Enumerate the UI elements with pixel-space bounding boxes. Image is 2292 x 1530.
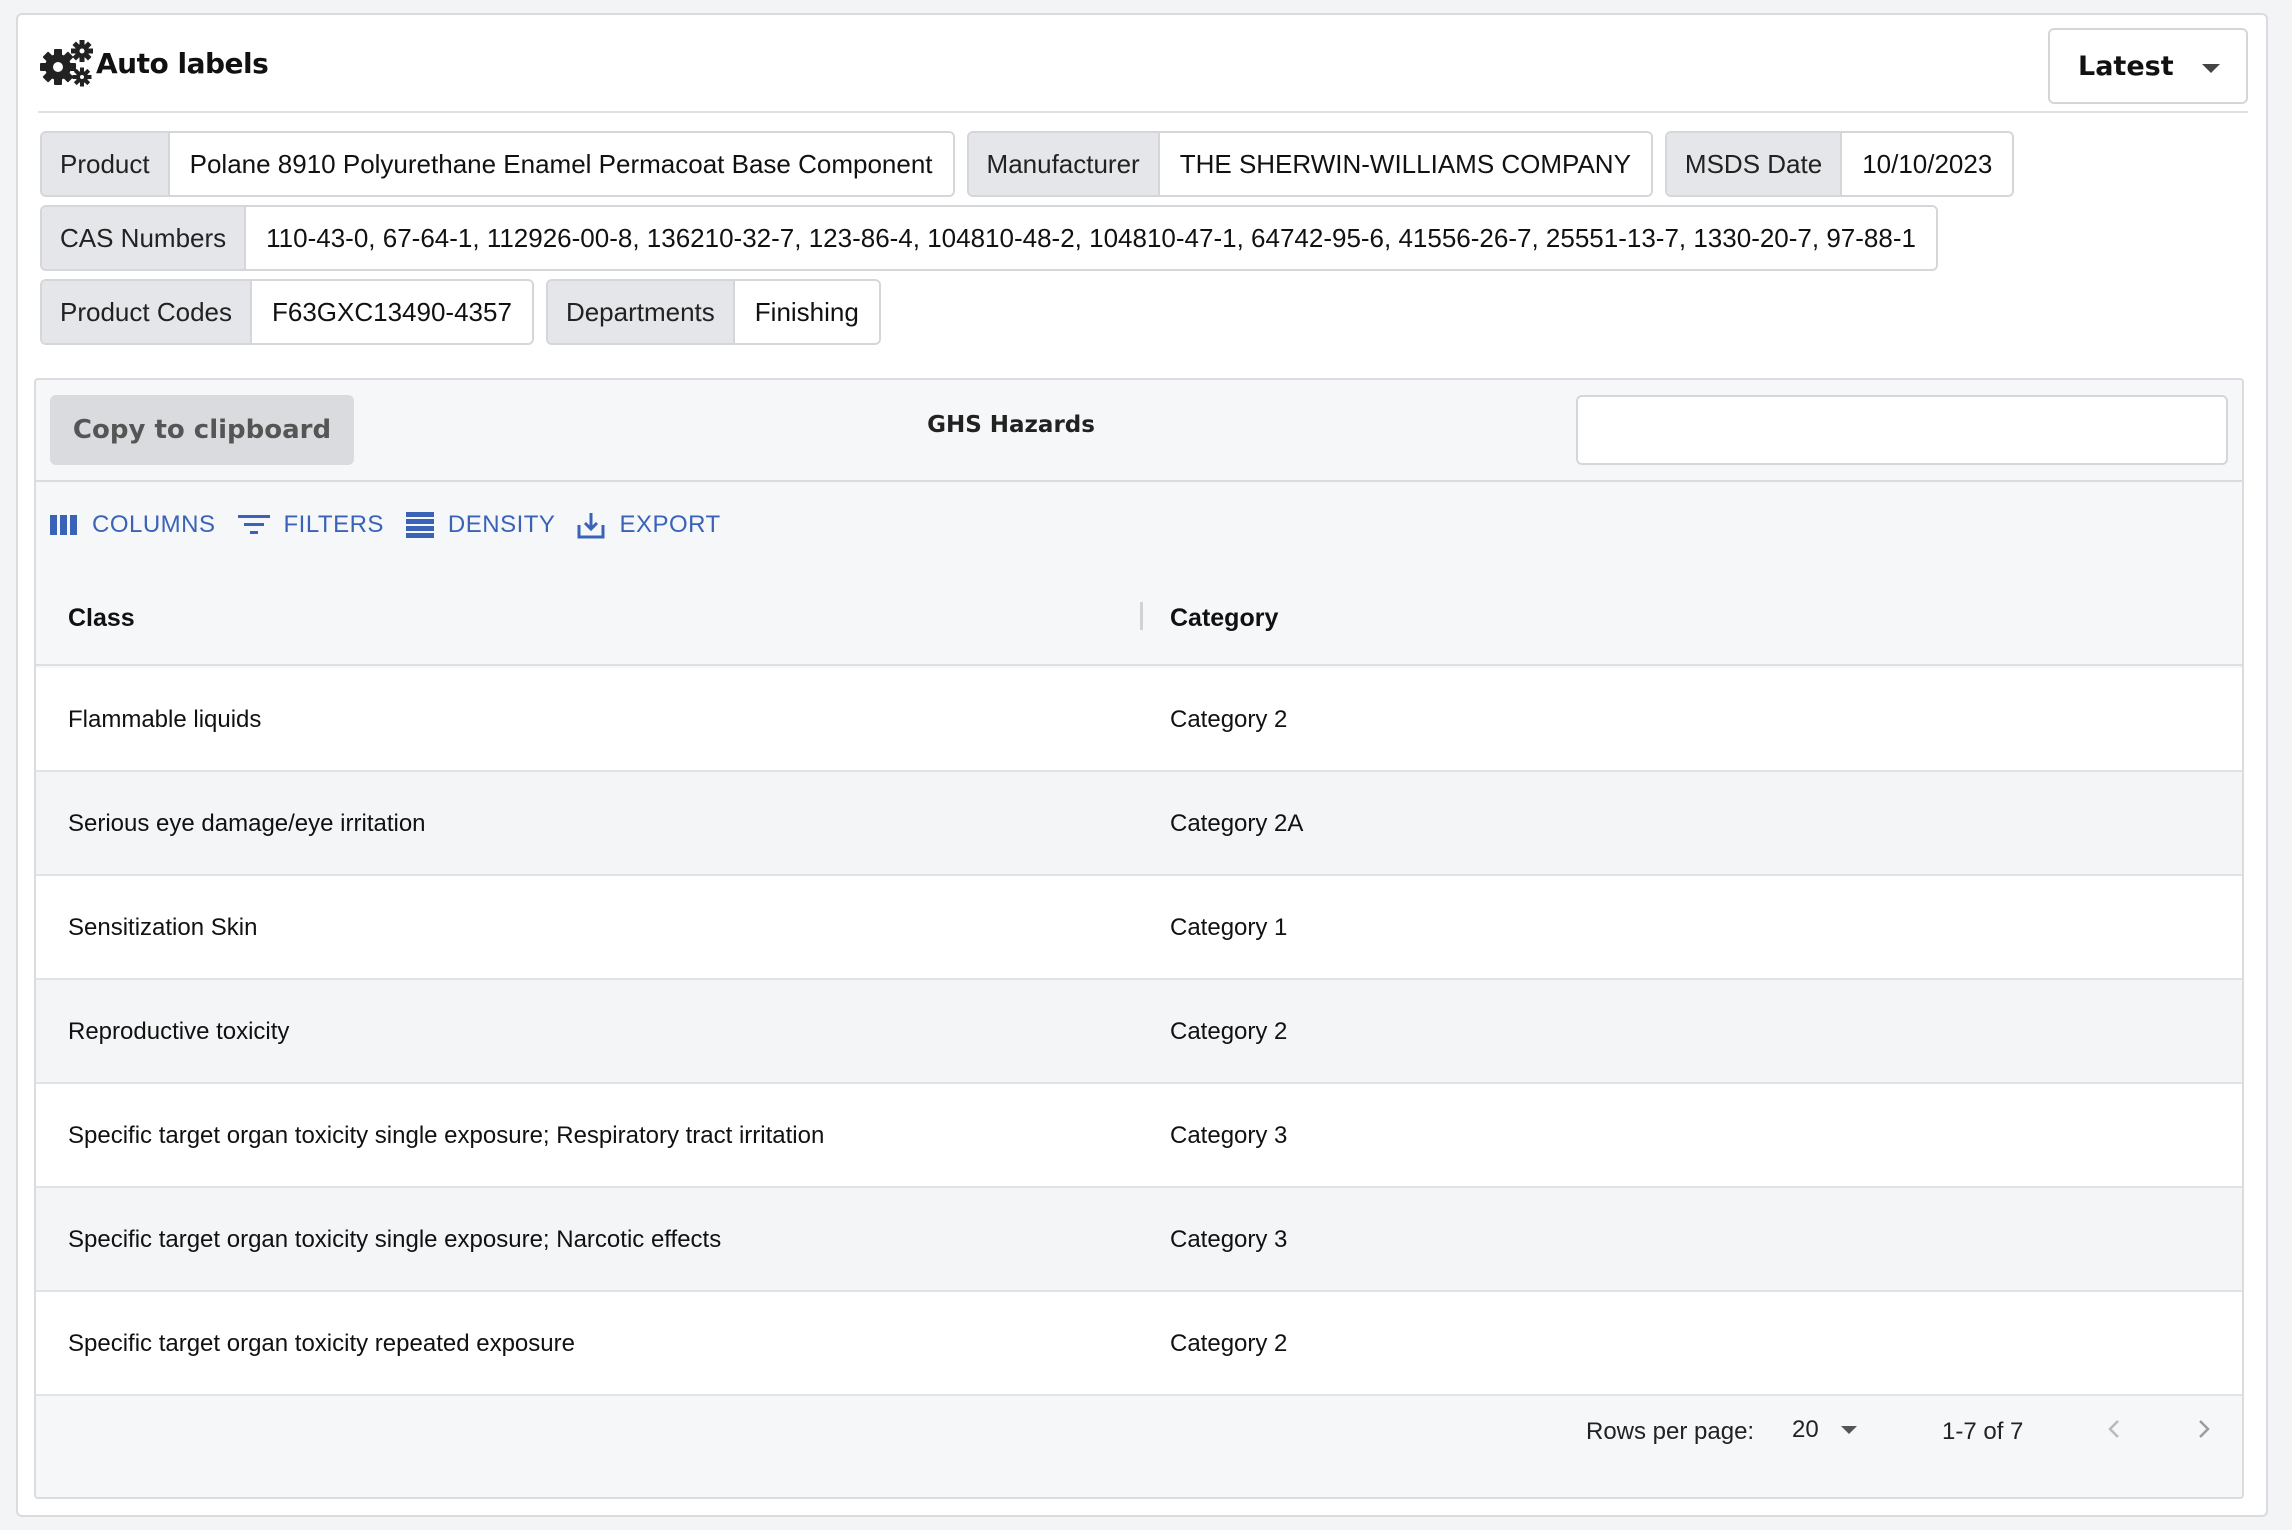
cas-numbers-value: 110-43-0, 67-64-1, 112926-00-8, 136210-3… xyxy=(246,207,1936,269)
category-cell: Category 1 xyxy=(1170,914,1288,941)
table-row[interactable]: Reproductive toxicity Category 2 xyxy=(36,980,2242,1084)
class-cell: Sensitization Skin xyxy=(68,914,258,941)
cas-numbers-label: CAS Numbers xyxy=(42,207,247,269)
product-field: Product Polane 8910 Polyurethane Enamel … xyxy=(40,131,955,197)
table-row[interactable]: Flammable liquids Category 2 xyxy=(36,668,2242,772)
caret-down-icon xyxy=(1840,1426,1857,1434)
version-select-value: Latest xyxy=(2078,50,2174,82)
class-cell: Flammable liquids xyxy=(68,706,262,733)
card-header: Auto labels Latest xyxy=(38,15,2248,113)
manufacturer-label: Manufacturer xyxy=(968,133,1160,195)
export-label: EXPORT xyxy=(619,511,721,538)
category-cell: Category 2 xyxy=(1170,706,1288,733)
category-cell: Category 3 xyxy=(1170,1226,1288,1253)
grid-rows: Flammable liquids Category 2 Serious eye… xyxy=(36,668,2242,1396)
grid-header-row: Class Category xyxy=(36,570,2242,666)
product-codes-label: Product Codes xyxy=(42,281,252,343)
product-codes-value: F63GXC13490-4357 xyxy=(251,281,532,343)
table-row[interactable]: Specific target organ toxicity single ex… xyxy=(36,1188,2242,1292)
rows-per-page-value: 20 xyxy=(1792,1416,1819,1443)
metadata-fields: Product Polane 8910 Polyurethane Enamel … xyxy=(40,131,2260,353)
product-codes-field: Product Codes F63GXC13490-4357 xyxy=(40,279,534,345)
columns-icon xyxy=(50,515,77,535)
class-cell: Serious eye damage/eye irritation xyxy=(68,810,426,837)
product-label: Product xyxy=(42,133,170,195)
class-cell: Specific target organ toxicity repeated … xyxy=(68,1330,575,1357)
pagination-range: 1-7 of 7 xyxy=(1942,1418,2024,1445)
columns-button[interactable]: COLUMNS xyxy=(50,511,216,539)
column-separator[interactable] xyxy=(1140,602,1143,630)
class-cell: Specific target organ toxicity single ex… xyxy=(68,1122,825,1149)
category-cell: Category 3 xyxy=(1170,1122,1288,1149)
ghs-hazards-grid: Copy to clipboard GHS Hazards COLUMNS FI… xyxy=(34,378,2244,1499)
grid-search-input[interactable] xyxy=(1576,395,2228,465)
table-row[interactable]: Sensitization Skin Category 1 xyxy=(36,876,2242,980)
category-cell: Category 2 xyxy=(1170,1018,1288,1045)
export-button[interactable]: EXPORT xyxy=(577,511,720,539)
copy-to-clipboard-button[interactable]: Copy to clipboard xyxy=(50,395,354,465)
filters-button[interactable]: FILTERS xyxy=(237,511,384,539)
download-icon xyxy=(577,513,605,539)
grid-footer: Rows per page: 20 1-7 of 7 xyxy=(36,1380,2242,1497)
class-cell: Specific target organ toxicity single ex… xyxy=(68,1226,722,1253)
column-header-category[interactable]: Category xyxy=(1170,604,1278,633)
cas-numbers-field: CAS Numbers 110-43-0, 67-64-1, 112926-00… xyxy=(40,205,1938,271)
chevron-left-icon[interactable] xyxy=(2100,1414,2130,1444)
grid-top-bar: Copy to clipboard GHS Hazards xyxy=(36,380,2242,482)
caret-down-icon xyxy=(2202,64,2220,73)
chevron-right-icon[interactable] xyxy=(2188,1414,2218,1444)
auto-labels-card: Auto labels Latest Product Polane 8910 P… xyxy=(16,13,2268,1517)
category-cell: Category 2A xyxy=(1170,810,1304,837)
manufacturer-value: THE SHERWIN-WILLIAMS COMPANY xyxy=(1159,133,1651,195)
departments-label: Departments xyxy=(547,281,735,343)
column-header-class[interactable]: Class xyxy=(68,604,135,633)
table-row[interactable]: Specific target organ toxicity single ex… xyxy=(36,1084,2242,1188)
category-cell: Category 2 xyxy=(1170,1330,1288,1357)
filters-label: FILTERS xyxy=(283,511,384,538)
product-value: Polane 8910 Polyurethane Enamel Permacoa… xyxy=(169,133,953,195)
density-label: DENSITY xyxy=(447,511,556,538)
departments-field: Departments Finishing xyxy=(545,279,881,345)
table-row[interactable]: Serious eye damage/eye irritation Catego… xyxy=(36,772,2242,876)
density-button[interactable]: DENSITY xyxy=(405,511,556,539)
filter-icon xyxy=(237,515,270,534)
departments-value: Finishing xyxy=(734,281,879,343)
rows-per-page-label: Rows per page: xyxy=(1586,1418,1755,1445)
density-icon xyxy=(405,512,434,538)
manufacturer-field: Manufacturer THE SHERWIN-WILLIAMS COMPAN… xyxy=(966,131,1653,197)
msds-date-label: MSDS Date xyxy=(1666,133,1843,195)
version-select[interactable]: Latest xyxy=(2048,28,2248,104)
grid-toolbar: COLUMNS FILTERS DENSITY EXPORT xyxy=(50,505,743,545)
gears-icon xyxy=(40,40,93,87)
rows-per-page-select[interactable]: 20 xyxy=(1792,1416,1857,1444)
msds-date-field: MSDS Date 10/10/2023 xyxy=(1664,131,2015,197)
class-cell: Reproductive toxicity xyxy=(68,1018,290,1045)
columns-label: COLUMNS xyxy=(92,511,216,538)
card-title: Auto labels xyxy=(96,46,269,80)
msds-date-value: 10/10/2023 xyxy=(1842,133,2013,195)
grid-title: GHS Hazards xyxy=(927,412,1095,438)
